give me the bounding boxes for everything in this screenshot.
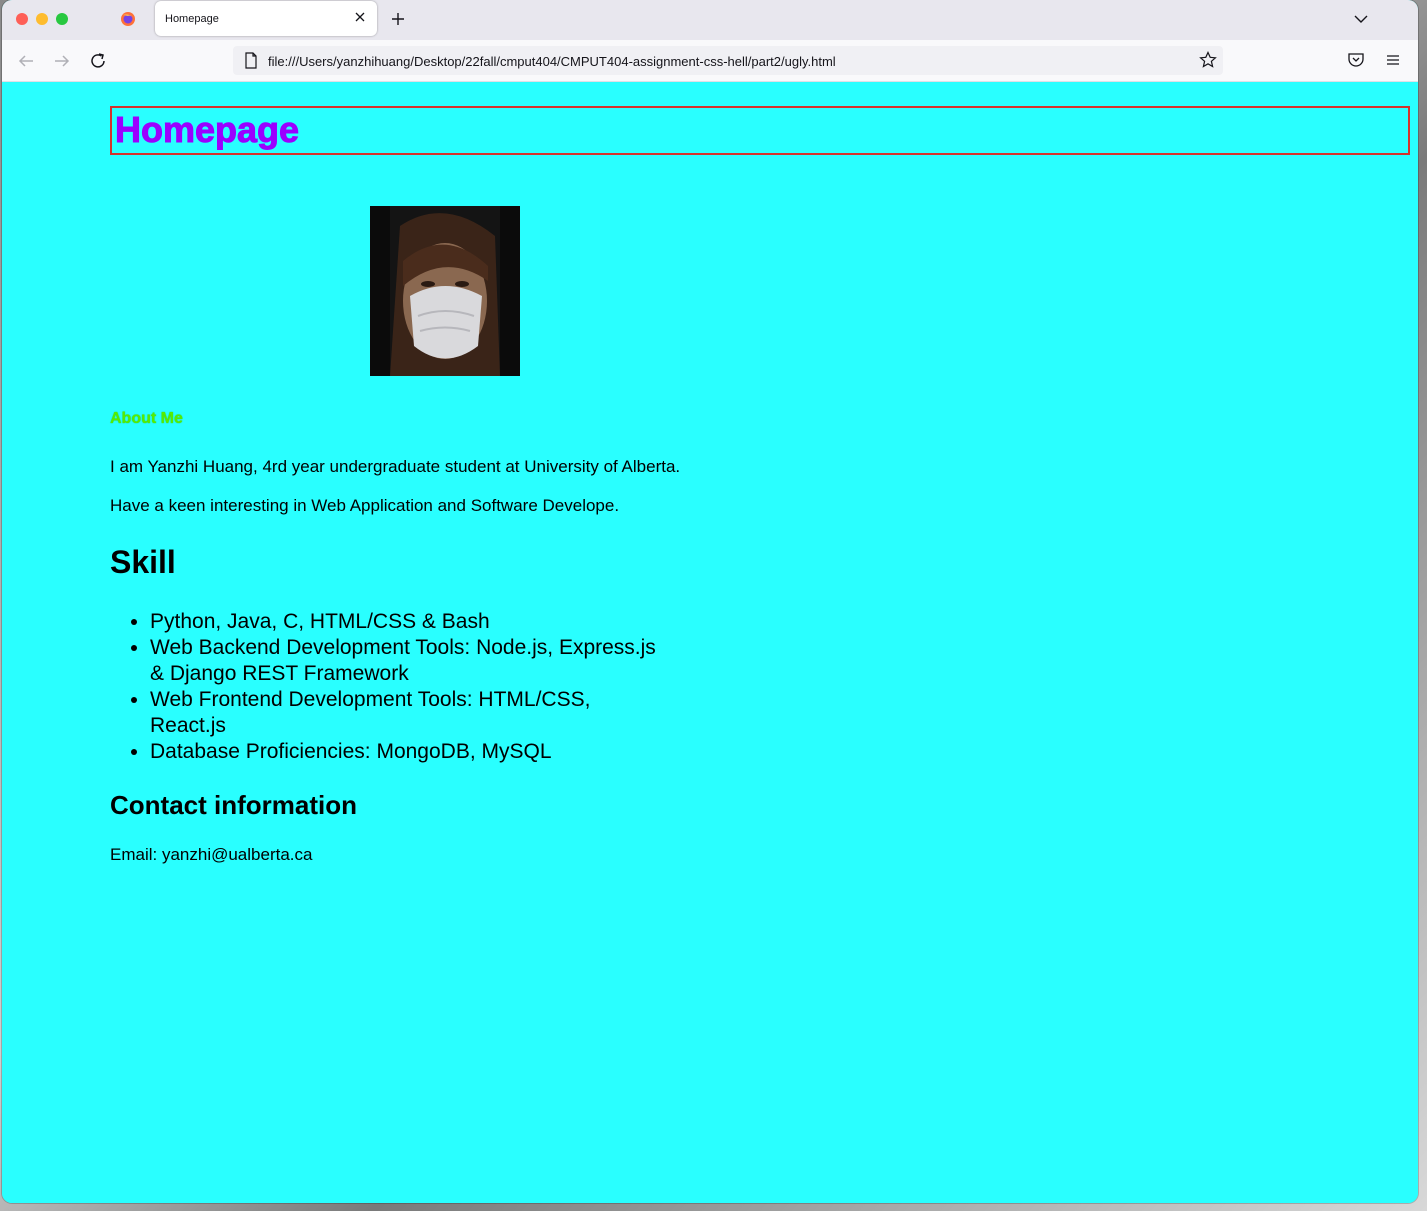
reload-icon[interactable] <box>87 50 109 72</box>
about-paragraph: Have a keen interesting in Web Applicati… <box>110 496 620 515</box>
list-item: Python, Java, C, HTML/CSS & Bash <box>150 609 670 635</box>
navigation-toolbar: file:///Users/yanzhihuang/Desktop/22fall… <box>2 40 1418 82</box>
email-text: Email: yanzhi@ualberta.ca <box>110 845 313 864</box>
about-heading: About Me <box>110 410 183 427</box>
url-text: file:///Users/yanzhihuang/Desktop/22fall… <box>268 54 836 69</box>
page-content: Homepage About Me I am Yanzhi Huang, 4rd… <box>2 82 1418 1203</box>
window-minimize-button[interactable] <box>36 13 48 25</box>
plus-icon[interactable] <box>388 9 408 29</box>
page-header: Homepage <box>110 106 1410 155</box>
close-icon[interactable] <box>351 8 369 26</box>
address-bar[interactable]: file:///Users/yanzhihuang/Desktop/22fall… <box>233 46 1223 75</box>
list-item: Web Backend Development Tools: Node.js, … <box>150 635 670 687</box>
hamburger-menu-icon[interactable] <box>1384 51 1402 69</box>
tab-title: Homepage <box>165 13 219 25</box>
page-icon <box>245 52 257 69</box>
tab-homepage[interactable]: Homepage <box>155 1 377 36</box>
contact-heading: Contact information <box>110 790 357 820</box>
skill-list: Python, Java, C, HTML/CSS & Bash Web Bac… <box>110 609 670 765</box>
window-close-button[interactable] <box>16 13 28 25</box>
star-icon[interactable] <box>1199 51 1217 69</box>
firefox-icon[interactable] <box>120 11 136 27</box>
pocket-icon[interactable] <box>1347 51 1365 69</box>
forward-arrow-icon[interactable] <box>51 50 73 72</box>
about-paragraph: I am Yanzhi Huang, 4rd year undergraduat… <box>110 457 681 476</box>
window-maximize-button[interactable] <box>56 13 68 25</box>
page-title: Homepage <box>114 109 300 150</box>
back-arrow-icon[interactable] <box>15 50 37 72</box>
skill-heading: Skill <box>110 544 176 580</box>
profile-photo <box>370 206 520 376</box>
tab-bar: Homepage <box>2 0 1418 40</box>
chevron-down-icon[interactable] <box>1352 10 1370 28</box>
browser-window: Homepage file:///Users/yanzhihuang/Deskt… <box>2 0 1418 1203</box>
list-item: Database Proficiencies: MongoDB, MySQL <box>150 739 670 765</box>
list-item: Web Frontend Development Tools: HTML/CSS… <box>150 687 670 739</box>
